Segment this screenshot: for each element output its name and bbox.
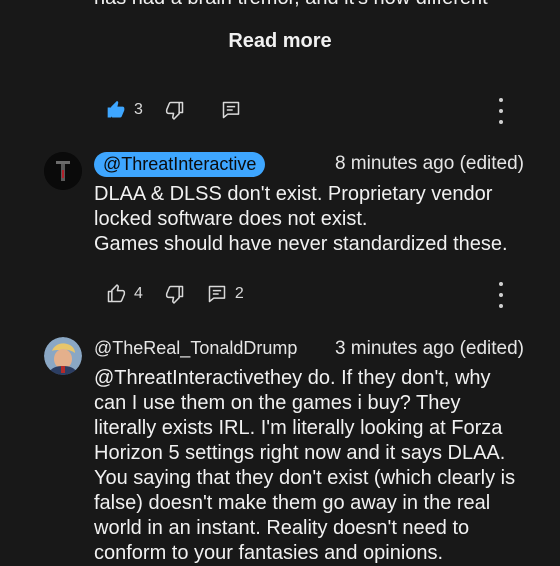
like-button[interactable]: 4 (106, 284, 143, 304)
avatar[interactable] (44, 152, 82, 190)
dislike-button[interactable] (165, 284, 185, 304)
avatar[interactable] (44, 337, 82, 375)
author-handle[interactable]: @TheReal_TonaldDrump (94, 338, 297, 359)
like-button[interactable]: 3 (106, 100, 143, 120)
previous-comment-actions: 3 (106, 96, 241, 124)
reply-button[interactable] (221, 100, 241, 120)
author-handle-chip[interactable]: @ThreatInteractive (94, 152, 266, 177)
comment-timestamp: 8 minutes ago (edited) (334, 153, 524, 174)
comment-actions: 4 2 (106, 280, 244, 308)
thumbs-down-icon (165, 284, 185, 304)
comment-timestamp: 3 minutes ago (edited) (334, 338, 524, 359)
threat-interactive-logo-icon (44, 152, 82, 190)
user-avatar-icon (44, 337, 82, 375)
previous-comment-text: has had a brain tremor, and it's now dif… (94, 0, 488, 10)
dislike-button[interactable] (165, 100, 185, 120)
more-options-icon[interactable] (496, 98, 506, 124)
thumbs-down-icon (165, 100, 185, 120)
comment-text: @ThreatInteractivethey do. If they don't… (94, 367, 516, 564)
like-count: 4 (134, 285, 143, 302)
thumbs-up-filled-icon (106, 100, 126, 120)
read-more-button[interactable]: Read more (0, 30, 560, 53)
like-count: 3 (134, 101, 143, 118)
reply-button[interactable]: 2 (207, 284, 244, 304)
reply-comment-icon (207, 284, 227, 304)
comment-text: DLAA & DLSS don't exist. Proprietary ven… (94, 183, 508, 255)
reply-count: 2 (234, 285, 244, 302)
thumbs-up-icon (106, 284, 126, 304)
reply-comment-icon (221, 100, 241, 120)
more-options-icon[interactable] (496, 282, 506, 308)
